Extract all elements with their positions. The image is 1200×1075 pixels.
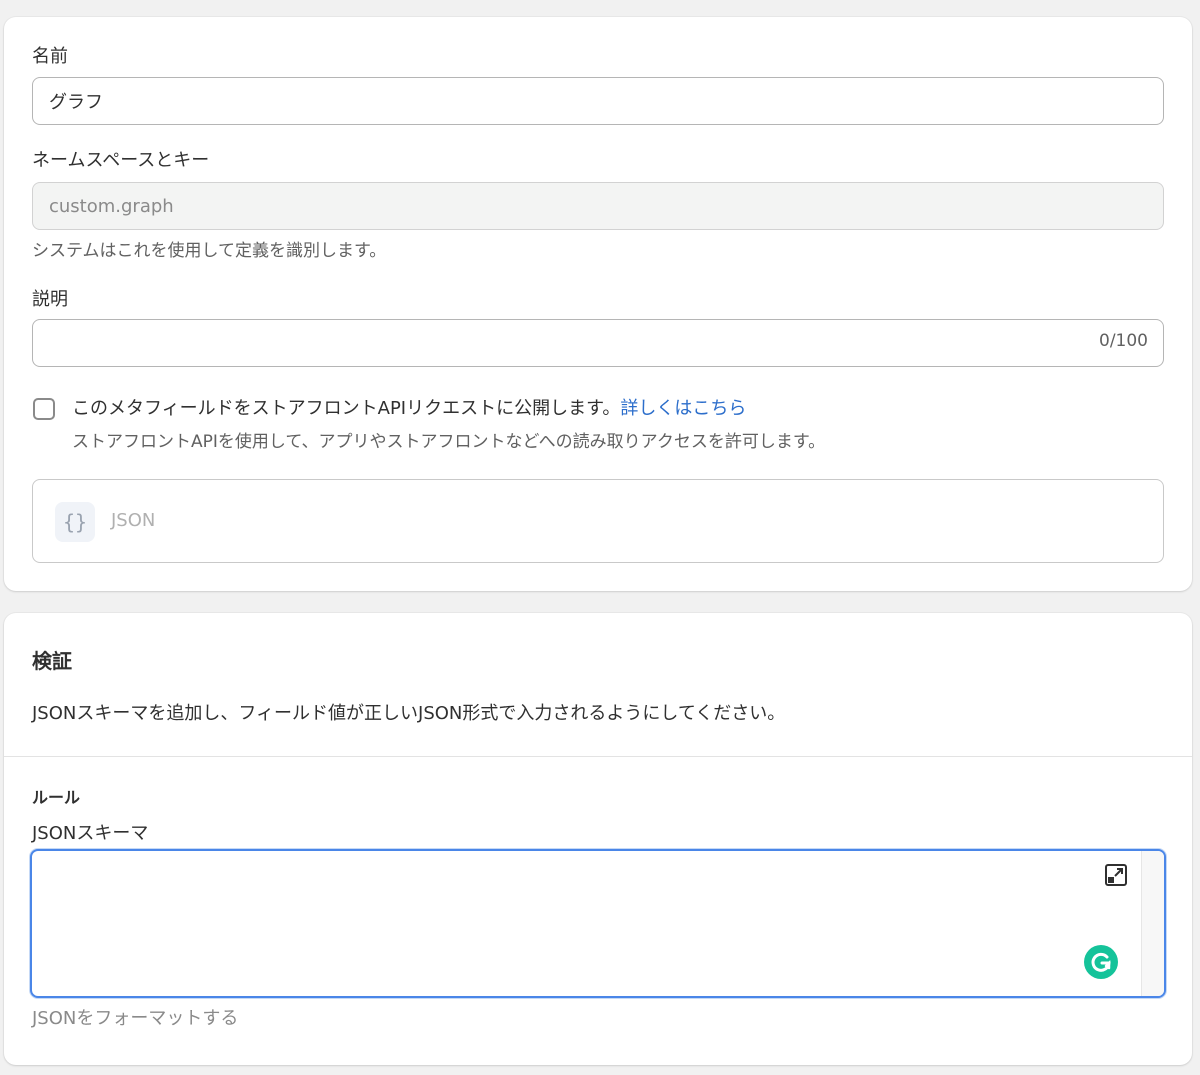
description-label: 説明: [32, 289, 68, 310]
storefront-api-checkbox-text: このメタフィールドをストアフロントAPIリクエストに公開します。: [72, 398, 621, 419]
storefront-api-checkbox-label[interactable]: このメタフィールドをストアフロントAPIリクエストに公開します。詳しくはこちら: [72, 397, 746, 421]
validation-card: 検証 JSONスキーマを追加し、フィールド値が正しいJSON形式で入力されるよう…: [4, 613, 1192, 1065]
expand-icon[interactable]: [1104, 863, 1128, 887]
grammarly-icon[interactable]: [1084, 945, 1118, 979]
json-braces-icon: {}: [55, 502, 95, 542]
section-divider: [4, 756, 1192, 757]
namespace-label: ネームスペースとキー: [32, 150, 210, 171]
content-type-display: {} JSON: [32, 479, 1164, 563]
name-input[interactable]: [32, 77, 1164, 125]
json-schema-editor: [30, 849, 1166, 998]
namespace-help-text: システムはこれを使用して定義を識別します。: [32, 241, 387, 261]
validation-title: 検証: [32, 649, 72, 673]
format-json-link[interactable]: JSONをフォーマットする: [32, 1004, 238, 1030]
description-character-counter: 0/100: [1099, 331, 1148, 351]
definition-card: 名前 ネームスペースとキー システムはこれを使用して定義を識別します。 説明 0…: [4, 17, 1192, 591]
json-schema-label: JSONスキーマ: [32, 823, 149, 844]
editor-scrollbar[interactable]: [1141, 851, 1164, 996]
storefront-api-checkbox[interactable]: [33, 398, 55, 420]
storefront-api-help-text: ストアフロントAPIを使用して、アプリやストアフロントなどへの読み取りアクセスを…: [72, 432, 826, 452]
json-schema-textarea[interactable]: [32, 851, 1142, 996]
rules-heading: ルール: [32, 788, 81, 807]
learn-more-link[interactable]: 詳しくはこちら: [620, 398, 746, 419]
description-field-wrapper: 0/100: [32, 319, 1164, 367]
description-input[interactable]: [32, 319, 1164, 367]
name-label: 名前: [32, 46, 68, 67]
validation-description: JSONスキーマを追加し、フィールド値が正しいJSON形式で入力されるようにして…: [32, 703, 786, 724]
content-type-label: JSON: [111, 510, 156, 531]
namespace-input: [32, 182, 1164, 230]
